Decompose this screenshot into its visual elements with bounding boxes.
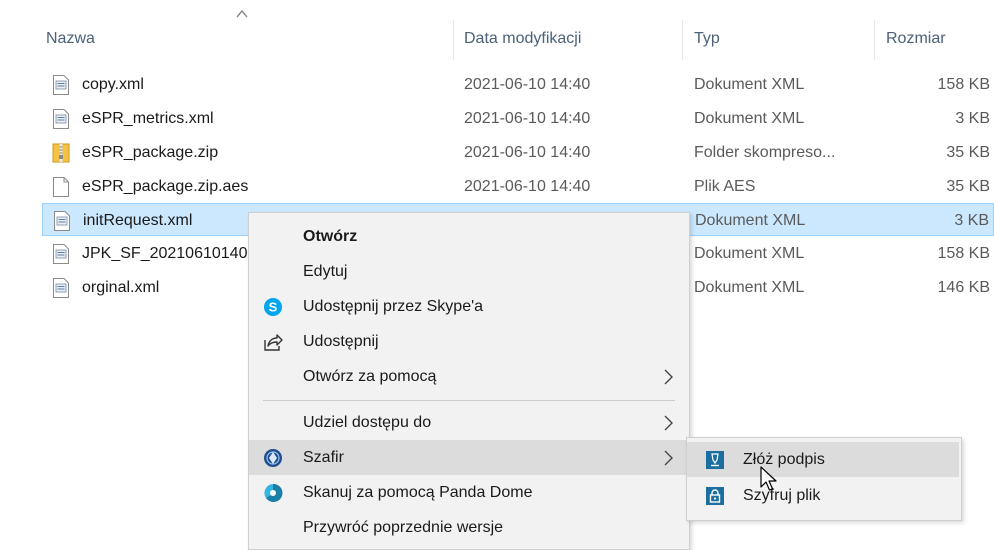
column-header: Nazwa Data modyfikacji Typ Rozmiar	[0, 9, 994, 64]
file-name: eSPR_package.zip	[82, 144, 219, 161]
menu-item-label: Udostępnij przez Skype'a	[303, 298, 484, 315]
szafir-submenu: Złóż podpis Szyfruj plik	[686, 437, 962, 521]
file-size: 158 KB	[937, 245, 990, 262]
file-type: Plik AES	[694, 178, 756, 195]
blank-file-icon	[53, 177, 69, 197]
file-row[interactable]: copy.xml 2021-06-10 14:40 Dokument XML 1…	[42, 68, 994, 101]
signature-icon	[706, 451, 724, 469]
panda-dome-icon	[264, 483, 283, 502]
column-type[interactable]: Typ	[694, 14, 720, 64]
file-type: Dokument XML	[694, 110, 805, 127]
xml-file-icon	[53, 75, 69, 95]
column-size[interactable]: Rozmiar	[886, 14, 946, 64]
menu-item-label: Szafir	[303, 449, 344, 466]
column-name[interactable]: Nazwa	[46, 14, 95, 64]
file-name: eSPR_metrics.xml	[82, 110, 214, 127]
file-size: 3 KB	[955, 110, 990, 127]
column-divider[interactable]	[874, 20, 875, 60]
file-size: 158 KB	[937, 76, 990, 93]
column-divider[interactable]	[682, 20, 683, 60]
menu-item-give-access[interactable]: Udziel dostępu do	[249, 405, 689, 440]
menu-item-restore-versions[interactable]: Przywróć poprzednie wersje	[249, 510, 689, 545]
context-menu: Otwórz Edytuj S Udostępnij przez Skype'a…	[248, 212, 690, 550]
menu-item-label: Edytuj	[303, 263, 348, 280]
menu-item-label: Złóż podpis	[743, 451, 825, 468]
file-size: 35 KB	[946, 178, 990, 195]
file-name: orginal.xml	[82, 279, 160, 296]
menu-item-label: Otwórz za pomocą	[303, 368, 437, 385]
sort-ascending-icon[interactable]	[236, 8, 248, 20]
file-size: 146 KB	[937, 279, 990, 296]
file-name: copy.xml	[82, 76, 144, 93]
menu-item-edit[interactable]: Edytuj	[249, 254, 689, 289]
xml-file-icon	[53, 109, 69, 129]
menu-item-label: Przywróć poprzednie wersje	[303, 519, 504, 536]
file-name: JPK_SF_20210610140	[82, 245, 248, 262]
menu-item-szafir[interactable]: Szafir	[249, 440, 689, 475]
file-size: 35 KB	[946, 144, 990, 161]
column-divider[interactable]	[453, 20, 454, 60]
file-row[interactable]: eSPR_package.zip.aes 2021-06-10 14:40 Pl…	[42, 170, 994, 203]
chevron-right-icon	[664, 450, 673, 466]
menu-item-share-skype[interactable]: S Udostępnij przez Skype'a	[249, 289, 689, 324]
svg-text:S: S	[269, 300, 278, 315]
xml-file-icon	[53, 244, 69, 264]
mouse-cursor-icon	[760, 466, 777, 491]
menu-item-open[interactable]: Otwórz	[249, 219, 689, 254]
file-type: Dokument XML	[695, 212, 806, 229]
menu-item-sign[interactable]: Złóż podpis	[687, 442, 959, 477]
share-icon	[264, 334, 283, 351]
menu-item-label: Otwórz	[303, 228, 358, 245]
menu-item-encrypt[interactable]: Szyfruj plik	[687, 478, 959, 513]
file-type: Dokument XML	[694, 245, 805, 262]
zip-folder-icon	[52, 143, 70, 163]
file-type: Dokument XML	[694, 279, 805, 296]
file-date: 2021-06-10 14:40	[464, 144, 591, 161]
file-name: eSPR_package.zip.aes	[82, 178, 249, 195]
file-type: Dokument XML	[694, 76, 805, 93]
menu-item-label: Udziel dostępu do	[303, 414, 432, 431]
file-row[interactable]: eSPR_metrics.xml 2021-06-10 14:40 Dokume…	[42, 102, 994, 135]
menu-item-scan-panda[interactable]: Skanuj za pomocą Panda Dome	[249, 475, 689, 510]
lock-icon	[706, 487, 724, 505]
menu-item-label: Udostępnij	[303, 333, 379, 350]
file-date: 2021-06-10 14:40	[464, 76, 591, 93]
menu-item-open-with[interactable]: Otwórz za pomocą	[249, 359, 689, 394]
column-date-modified[interactable]: Data modyfikacji	[464, 14, 581, 64]
file-type: Folder skompreso...	[694, 144, 836, 161]
menu-item-share[interactable]: Udostępnij	[249, 324, 689, 359]
chevron-right-icon	[664, 415, 673, 431]
chevron-right-icon	[664, 369, 673, 385]
file-row[interactable]: eSPR_package.zip 2021-06-10 14:40 Folder…	[42, 136, 994, 169]
file-name: initRequest.xml	[83, 212, 193, 229]
menu-separator	[263, 400, 675, 401]
file-size: 3 KB	[954, 212, 989, 229]
file-date: 2021-06-10 14:40	[464, 178, 591, 195]
xml-file-icon	[53, 278, 69, 298]
menu-item-label: Skanuj za pomocą Panda Dome	[303, 484, 533, 501]
file-date: 2021-06-10 14:40	[464, 110, 591, 127]
skype-icon: S	[264, 298, 282, 316]
menu-item-label: Szyfruj plik	[743, 487, 821, 504]
xml-file-icon	[54, 211, 70, 231]
szafir-icon	[264, 449, 282, 467]
